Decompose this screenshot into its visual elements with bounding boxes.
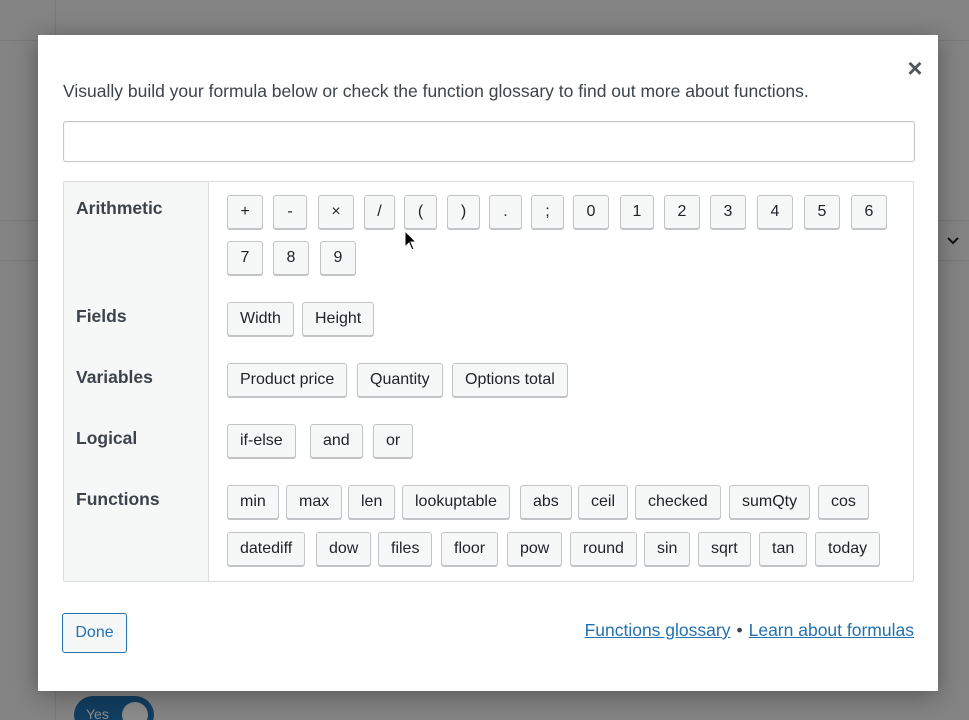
token-dot-button[interactable]: . bbox=[489, 195, 522, 229]
formula-builder-modal: × Visually build your formula below or c… bbox=[38, 35, 938, 691]
footer-links: Functions glossary • Learn about formulas bbox=[585, 620, 914, 641]
functions-glossary-link[interactable]: Functions glossary bbox=[585, 620, 731, 640]
mouse-cursor-icon bbox=[404, 230, 418, 251]
token-4-button[interactable]: 4 bbox=[757, 195, 793, 229]
token-2-button[interactable]: 2 bbox=[664, 195, 700, 229]
function-lookuptable-button[interactable]: lookuptable bbox=[402, 485, 510, 519]
function-datediff-button[interactable]: datediff bbox=[227, 532, 306, 566]
function-files-button[interactable]: files bbox=[378, 532, 433, 566]
token-0-button[interactable]: 0 bbox=[573, 195, 609, 229]
function-dow-button[interactable]: dow bbox=[316, 532, 372, 566]
token-plus-button[interactable]: + bbox=[227, 195, 263, 229]
token-divide-button[interactable]: / bbox=[364, 195, 395, 229]
category-sidebar: Arithmetic Fields Variables Logical Func… bbox=[64, 182, 209, 581]
variable-quantity-button[interactable]: Quantity bbox=[357, 363, 443, 397]
variable-options-total-button[interactable]: Options total bbox=[452, 363, 568, 397]
done-button[interactable]: Done bbox=[62, 613, 127, 653]
token-3-button[interactable]: 3 bbox=[710, 195, 746, 229]
formula-input[interactable] bbox=[63, 121, 915, 162]
function-cos-button[interactable]: cos bbox=[818, 485, 869, 519]
function-floor-button[interactable]: floor bbox=[441, 532, 499, 566]
learn-about-formulas-link[interactable]: Learn about formulas bbox=[749, 620, 914, 640]
category-fields: Fields bbox=[76, 306, 127, 326]
function-round-button[interactable]: round bbox=[570, 532, 637, 566]
token-8-button[interactable]: 8 bbox=[273, 241, 309, 275]
logical-or-button[interactable]: or bbox=[373, 424, 414, 458]
field-width-button[interactable]: Width bbox=[227, 302, 294, 336]
function-min-button[interactable]: min bbox=[227, 485, 279, 519]
category-logical: Logical bbox=[76, 428, 138, 448]
function-pow-button[interactable]: pow bbox=[507, 532, 563, 566]
token-close-paren-button[interactable]: ) bbox=[447, 195, 480, 229]
token-1-button[interactable]: 1 bbox=[620, 195, 654, 229]
formula-builder-panel: Arithmetic Fields Variables Logical Func… bbox=[63, 181, 914, 582]
function-sqrt-button[interactable]: sqrt bbox=[698, 532, 751, 566]
token-9-button[interactable]: 9 bbox=[320, 241, 356, 275]
category-functions: Functions bbox=[76, 489, 160, 509]
token-semicolon-button[interactable]: ; bbox=[531, 195, 564, 229]
logical-and-button[interactable]: and bbox=[310, 424, 363, 458]
variable-product-price-button[interactable]: Product price bbox=[227, 363, 348, 397]
function-tan-button[interactable]: tan bbox=[759, 532, 808, 566]
function-abs-button[interactable]: abs bbox=[520, 485, 572, 519]
function-sumqty-button[interactable]: sumQty bbox=[729, 485, 811, 519]
function-checked-button[interactable]: checked bbox=[635, 485, 721, 519]
token-5-button[interactable]: 5 bbox=[804, 195, 840, 229]
function-ceil-button[interactable]: ceil bbox=[578, 485, 629, 519]
category-variables: Variables bbox=[76, 367, 153, 387]
close-icon[interactable]: × bbox=[904, 55, 926, 81]
function-sin-button[interactable]: sin bbox=[644, 532, 691, 566]
token-multiply-button[interactable]: × bbox=[318, 195, 354, 229]
token-minus-button[interactable]: - bbox=[273, 195, 307, 229]
function-max-button[interactable]: max bbox=[286, 485, 343, 519]
link-separator: • bbox=[736, 620, 743, 640]
token-6-button[interactable]: 6 bbox=[851, 195, 887, 229]
logical-if-else-button[interactable]: if-else bbox=[227, 424, 296, 458]
field-height-button[interactable]: Height bbox=[302, 302, 375, 336]
function-today-button[interactable]: today bbox=[815, 532, 881, 566]
function-len-button[interactable]: len bbox=[348, 485, 396, 519]
token-open-paren-button[interactable]: ( bbox=[404, 195, 437, 229]
category-arithmetic: Arithmetic bbox=[76, 198, 163, 218]
token-7-button[interactable]: 7 bbox=[227, 241, 263, 275]
intro-text: Visually build your formula below or che… bbox=[63, 81, 809, 101]
